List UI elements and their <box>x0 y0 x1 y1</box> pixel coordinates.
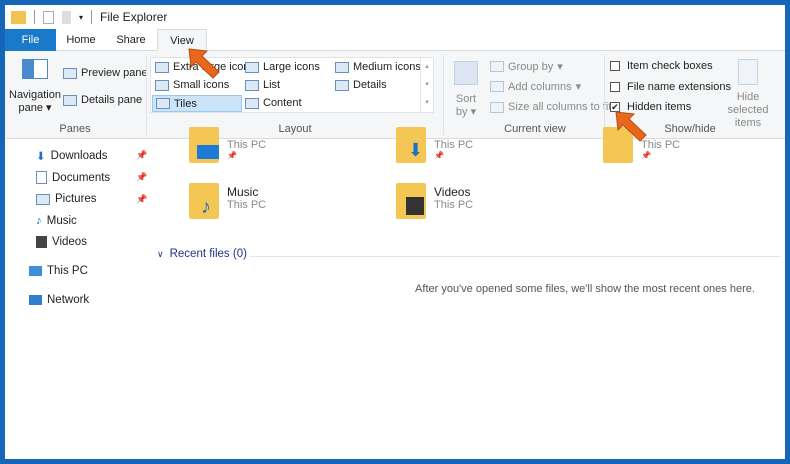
pin-icon: 📌 <box>136 194 148 204</box>
music-icon: ♪ <box>36 215 42 227</box>
customize-toolbar-icon[interactable]: ▾ <box>79 13 83 22</box>
sort-by-button[interactable]: Sort by ▾ <box>451 61 481 118</box>
folder-tile-downloads[interactable]: ⬇ This PC 📌 <box>396 127 473 163</box>
this-pc-icon <box>29 266 42 276</box>
layout-tiles[interactable]: Tiles <box>152 95 242 112</box>
add-columns-button[interactable]: Add columns ▾ <box>490 80 581 93</box>
details-pane-button[interactable]: Details pane <box>63 94 142 106</box>
small-icons-icon <box>155 79 169 91</box>
pictures-icon <box>36 193 50 205</box>
list-icon <box>245 79 259 91</box>
videos-icon <box>36 236 47 248</box>
pin-icon: 📌 <box>136 150 148 160</box>
chevron-down-icon: ∨ <box>157 248 164 259</box>
content-icon <box>245 97 259 109</box>
layout-details[interactable]: Details <box>335 79 387 91</box>
pointer-arrow-icon <box>188 48 220 79</box>
layout-large-icons[interactable]: Large icons <box>245 61 320 73</box>
large-icons-icon <box>245 61 259 73</box>
pin-icon: 📌 <box>434 151 444 160</box>
recent-files-header[interactable]: ∨ Recent files (0) <box>157 248 247 260</box>
folder-tile-music[interactable]: ♪ Music This PC <box>189 183 266 219</box>
title-bar: ▾ File Explorer <box>5 5 785 29</box>
hide-selected-items-button[interactable]: Hide selected items <box>715 59 781 130</box>
folder-icon <box>11 10 26 24</box>
nav-item-network[interactable]: Network <box>29 294 89 306</box>
documents-icon <box>36 171 47 184</box>
window-title: File Explorer <box>100 10 168 24</box>
ribbon-tabs: File Home Share View <box>5 29 785 51</box>
group-label-layout: Layout <box>278 123 312 135</box>
new-folder-icon[interactable] <box>62 10 71 24</box>
details-icon <box>335 79 349 91</box>
group-by-button[interactable]: Group by ▾ <box>490 60 563 73</box>
size-columns-button[interactable]: Size all columns to fit <box>490 101 611 113</box>
extra-large-icons-icon <box>155 61 169 73</box>
nav-item-music[interactable]: ♪ Music <box>36 215 77 227</box>
nav-item-documents[interactable]: Documents <box>36 171 110 184</box>
tab-home[interactable]: Home <box>61 29 101 51</box>
file-explorer-window: ▾ File Explorer File Home Share View Nav… <box>5 5 785 459</box>
pin-icon: 📌 <box>227 151 237 160</box>
details-pane-icon <box>63 94 77 106</box>
network-icon <box>29 295 42 305</box>
pin-icon: 📌 <box>641 151 651 160</box>
folder-tile-desktop[interactable]: This PC 📌 <box>189 127 266 163</box>
preview-pane-button[interactable]: Preview pane <box>63 67 148 79</box>
group-label-panes: Panes <box>59 123 91 135</box>
properties-icon[interactable] <box>43 10 54 24</box>
tab-file[interactable]: File <box>5 29 56 51</box>
layout-content[interactable]: Content <box>245 97 302 109</box>
folder-tile-videos[interactable]: Videos This PC <box>396 183 473 219</box>
gallery-scroll[interactable]: ▴ ▾ ▾ <box>420 58 433 112</box>
pin-icon: 📌 <box>136 172 148 182</box>
layout-medium-icons[interactable]: Medium icons <box>335 61 421 73</box>
hide-selected-icon <box>738 59 758 85</box>
add-columns-icon <box>490 81 504 92</box>
file-name-extensions-checkbox[interactable]: File name extensions <box>610 81 731 93</box>
nav-item-downloads[interactable]: ⬇ Downloads <box>36 149 108 163</box>
tab-share[interactable]: Share <box>111 29 151 51</box>
downloads-folder-icon: ⬇ <box>396 127 426 163</box>
nav-item-videos[interactable]: Videos <box>36 236 87 248</box>
navigation-pane-button[interactable]: Navigation pane ▾ <box>9 59 61 114</box>
music-folder-icon: ♪ <box>189 183 219 219</box>
size-columns-icon <box>490 101 504 113</box>
tiles-icon <box>156 98 170 109</box>
nav-item-this-pc[interactable]: This PC <box>29 265 88 277</box>
sort-icon <box>454 61 478 85</box>
desktop-folder-icon <box>189 127 219 163</box>
layout-list[interactable]: List <box>245 79 280 91</box>
ribbon: Navigation pane ▾ Preview pane Details p… <box>5 51 785 139</box>
preview-pane-icon <box>63 67 77 79</box>
downloads-icon: ⬇ <box>36 151 46 163</box>
recent-empty-message: After you've opened some files, we'll sh… <box>415 283 755 295</box>
group-by-icon <box>490 61 504 72</box>
medium-icons-icon <box>335 61 349 73</box>
pointer-arrow-icon <box>615 111 647 142</box>
divider <box>250 256 780 257</box>
navigation-pane-icon <box>22 59 48 79</box>
videos-folder-icon <box>396 183 426 219</box>
group-label-current-view: Current view <box>504 123 566 135</box>
nav-item-pictures[interactable]: Pictures <box>36 193 97 205</box>
item-check-boxes-checkbox[interactable]: Item check boxes <box>610 60 713 72</box>
